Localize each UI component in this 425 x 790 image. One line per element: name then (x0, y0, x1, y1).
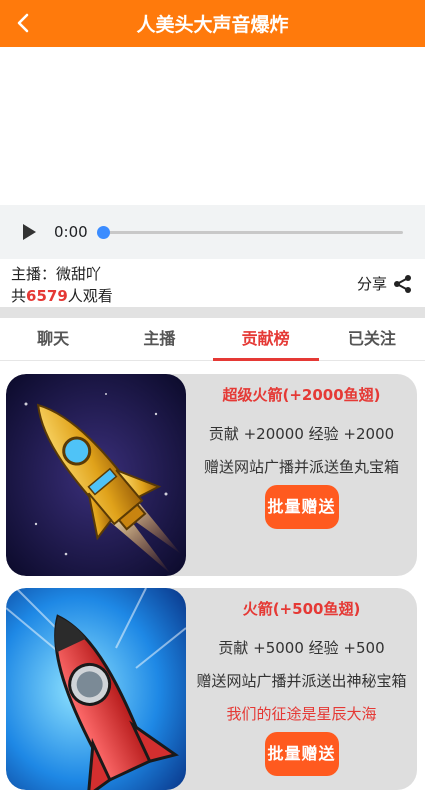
gift-stats: 贡献 +20000 经验 +2000 (208, 425, 395, 443)
share-label: 分享 (356, 275, 387, 293)
gift-name: 超级火箭(+2000鱼翅) (222, 386, 381, 404)
current-time: 0:00 (54, 223, 88, 241)
chevron-left-icon (17, 13, 29, 33)
gift-details: 超级火箭(+2000鱼翅) 贡献 +20000 经验 +2000 赠送网站广播并… (186, 374, 417, 576)
anchor-name: 主播：微甜吖 (11, 265, 102, 283)
gift-slogan: 我们的征途是星辰大海 (226, 705, 377, 723)
batch-gift-button[interactable]: 批量赠送 (264, 732, 339, 776)
viewers-suffix: 人观看 (67, 287, 113, 305)
page-title: 人美头大声音爆炸 (136, 14, 289, 36)
progress-track[interactable] (103, 231, 403, 234)
share-icon (394, 274, 411, 293)
back-button[interactable] (8, 8, 38, 38)
gift-card: 火箭(+500鱼翅) 贡献 +5000 经验 +500 赠送网站广播并派送出神秘… (6, 588, 417, 790)
gift-details: 火箭(+500鱼翅) 贡献 +5000 经验 +500 赠送网站广播并派送出神秘… (186, 588, 417, 790)
gift-stats: 贡献 +5000 经验 +500 (218, 639, 385, 657)
progress-knob[interactable] (97, 226, 110, 239)
viewer-count: 共6579人观看 (11, 285, 113, 306)
super-rocket-image (6, 374, 186, 576)
video-area[interactable] (0, 47, 425, 205)
tab-contribution[interactable]: 贡献榜 (212, 318, 320, 361)
gift-card: 超级火箭(+2000鱼翅) 贡献 +20000 经验 +2000 赠送网站广播并… (6, 374, 417, 576)
tab-following[interactable]: 已关注 (319, 318, 425, 360)
rocket-image (6, 588, 186, 790)
gift-name: 火箭(+500鱼翅) (242, 600, 361, 618)
tab-anchor[interactable]: 主播 (106, 318, 212, 360)
batch-gift-button[interactable]: 批量赠送 (264, 485, 339, 529)
viewers-number: 6579 (26, 287, 68, 305)
audio-player: 0:00 (0, 205, 425, 259)
stream-info: 主播：微甜吖 共6579人观看 分享 (0, 259, 425, 307)
play-icon[interactable] (20, 223, 38, 241)
top-bar: 人美头大声音爆炸 (0, 0, 425, 47)
gift-description: 赠送网站广播并派送出神秘宝箱 (196, 672, 407, 690)
section-divider (0, 307, 425, 318)
tab-chat[interactable]: 聊天 (0, 318, 106, 360)
tab-bar: 聊天 主播 贡献榜 已关注 (0, 318, 425, 361)
viewers-prefix: 共 (11, 287, 27, 305)
share-button[interactable]: 分享 (357, 273, 413, 294)
gift-description: 赠送网站广播并派送鱼丸宝箱 (203, 458, 399, 476)
